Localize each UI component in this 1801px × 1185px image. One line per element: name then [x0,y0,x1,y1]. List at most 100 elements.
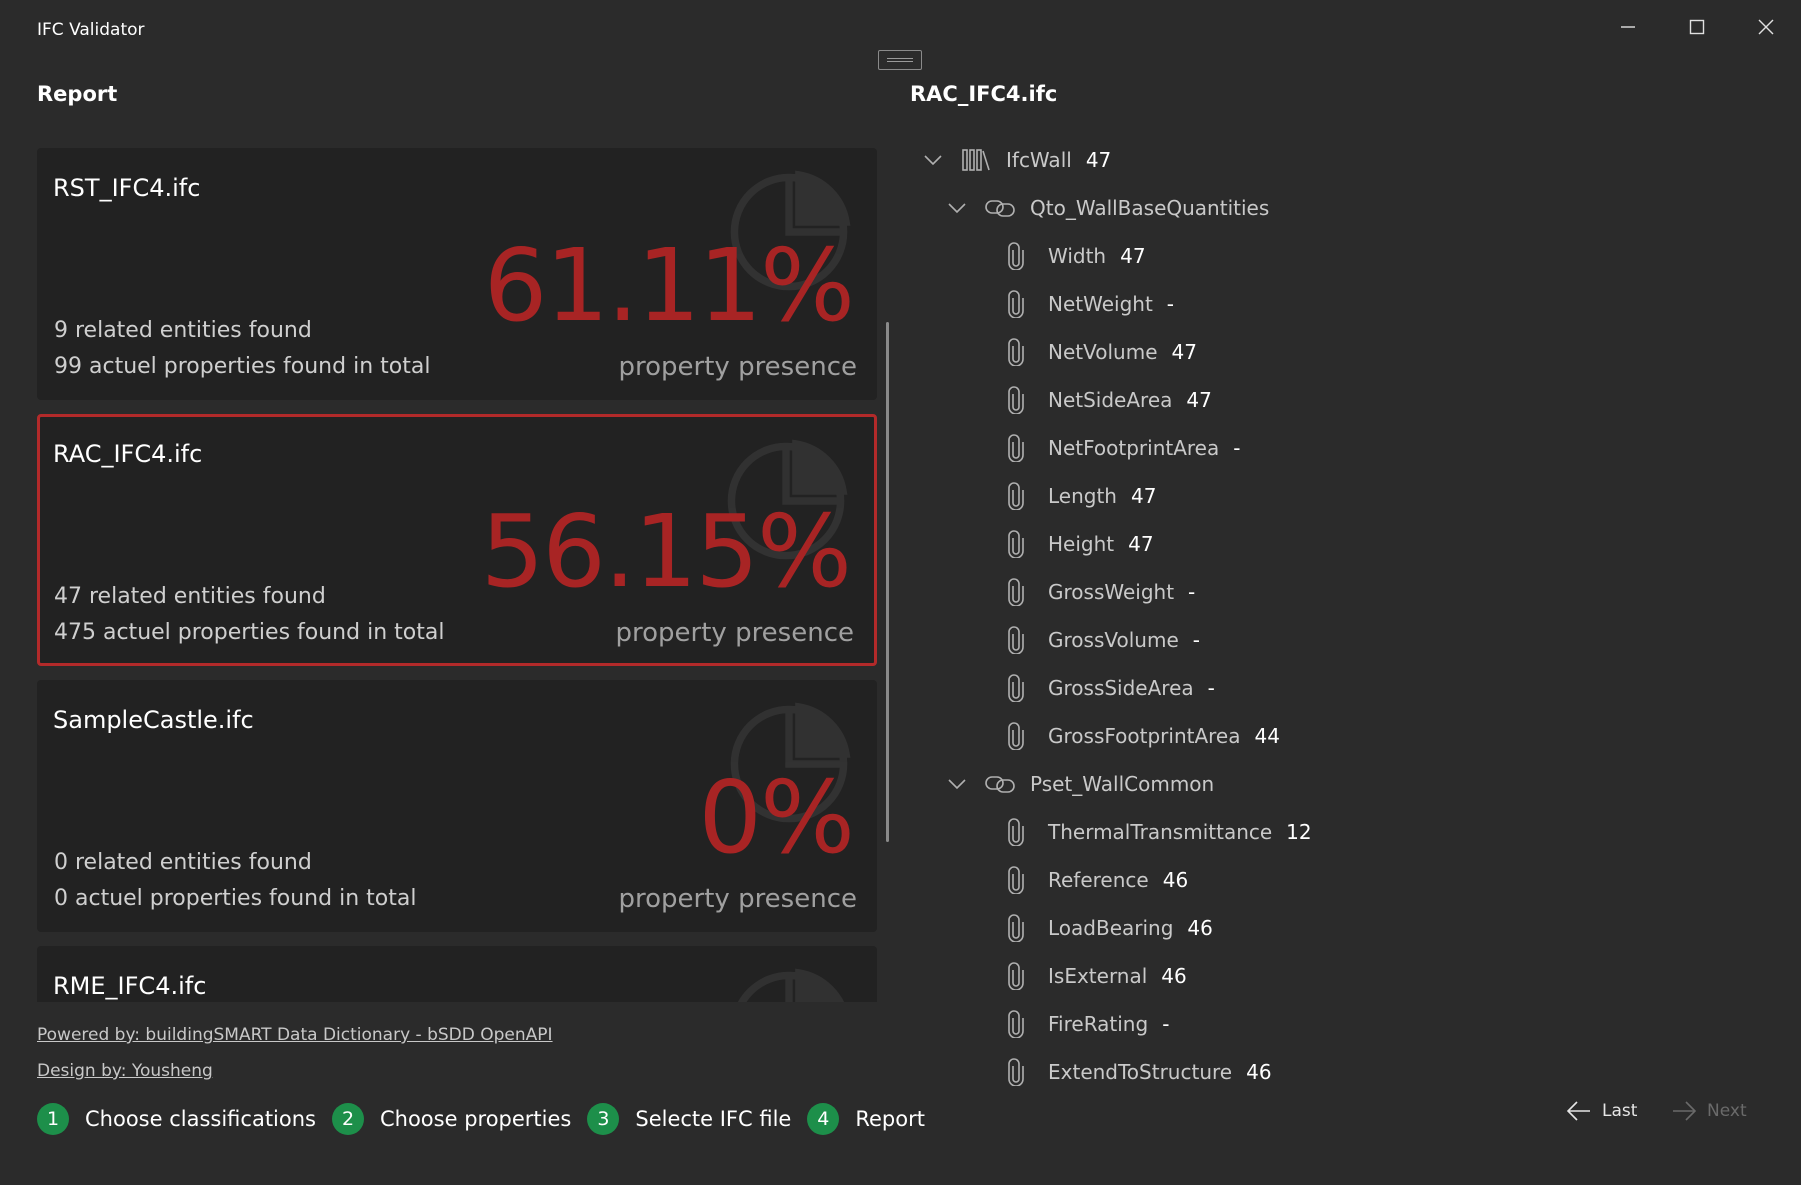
report-card[interactable]: RST_IFC4.ifc 61.11% 9 related entities fou… [37,148,877,400]
minimize-button[interactable] [1602,10,1654,44]
paperclip-icon [1000,578,1032,606]
chevron-down-icon[interactable] [920,150,946,170]
actual-properties-count: 475 actuel properties found in total [54,620,445,645]
paperclip-icon [1000,290,1032,318]
tree-property-node[interactable]: Reference 46 [1000,860,1188,900]
tree-node-count: 47 [1085,148,1112,172]
paperclip-icon [1000,962,1032,990]
report-card[interactable]: RME_IFC4.ifc [37,946,877,1002]
paperclip-icon [1000,386,1032,414]
tree-node-label: IsExternal [1048,964,1148,988]
wizard-step[interactable]: 1 Choose classifications [37,1103,316,1135]
tree-node-count: 46 [1162,868,1189,892]
report-list-scrollbar[interactable] [886,322,889,842]
tree-node-count: - [1188,580,1196,604]
actual-properties-count: 0 actuel properties found in total [54,886,417,911]
report-card[interactable]: SampleCastle.ifc 0% 0 related entities fou… [37,680,877,932]
pie-chart-icon [737,968,845,1002]
maximize-button[interactable] [1671,10,1723,44]
report-card[interactable]: RAC_IFC4.ifc 56.15% 47 related entities fo… [37,414,877,666]
tree-property-node[interactable]: Width 47 [1000,236,1146,276]
tree-node-label: NetVolume [1048,340,1158,364]
tree-property-node[interactable]: GrossWeight - [1000,572,1195,612]
tree-node-count: 46 [1161,964,1187,988]
report-file-name: RME_IFC4.ifc [53,972,207,1000]
tree-property-node[interactable]: ExtendToStructure 46 [1000,1052,1272,1092]
property-presence-percentage: 61.11% [483,227,855,344]
paperclip-icon [1000,626,1032,654]
tree-node-count: - [1192,628,1200,652]
wizard-step[interactable]: 3 Selecte IFC file [587,1103,791,1135]
actual-properties-count: 99 actuel properties found in total [54,354,431,379]
tree-property-node[interactable]: ThermalTransmittance 12 [1000,812,1312,852]
tree-pset-node[interactable]: Pset_WallCommon [944,764,1214,804]
chevron-down-icon[interactable] [944,198,970,218]
paperclip-icon [1000,866,1032,894]
tree-pset-node[interactable]: Qto_WallBaseQuantities [944,188,1269,228]
tree-node-label: FireRating [1048,1012,1149,1036]
tree-node-count: 46 [1187,916,1213,940]
powered-by-link[interactable]: Powered by: buildingSMART Data Dictionar… [37,1025,553,1045]
tree-property-node[interactable]: GrossSideArea - [1000,668,1215,708]
paperclip-icon [1000,1058,1032,1086]
tree-property-node[interactable]: Height 47 [1000,524,1154,564]
step-label: Report [855,1107,925,1131]
tree-node-label: Pset_WallCommon [1030,772,1215,796]
tree-node-label: Qto_WallBaseQuantities [1030,196,1270,220]
tree-node-label: LoadBearing [1048,916,1174,940]
tree-node-label: GrossSideArea [1048,676,1194,700]
tree-node-count: 47 [1171,340,1197,364]
tree-entity-node[interactable]: IfcWall 47 [920,140,1111,180]
tree-property-node[interactable]: NetFootprintArea - [1000,428,1240,468]
report-file-name: SampleCastle.ifc [53,706,254,734]
report-list[interactable]: RST_IFC4.ifc 61.11% 9 related entities fou… [37,148,877,1002]
tree-property-node[interactable]: NetVolume 47 [1000,332,1197,372]
close-button[interactable] [1740,10,1792,44]
tree-node-label: NetFootprintArea [1048,436,1220,460]
selected-file-title: RAC_IFC4.ifc [910,82,1058,106]
wizard-step[interactable]: 2 Choose properties [331,1103,571,1135]
arrow-right-icon [1673,1101,1697,1121]
tree-property-node[interactable]: FireRating - [1000,1004,1169,1044]
tree-node-label: GrossWeight [1048,580,1175,604]
property-presence-caption: property presence [618,884,858,914]
tree-property-node[interactable]: GrossVolume - [1000,620,1200,660]
tree-node-count: 47 [1130,484,1157,508]
tree-node-count: - [1207,676,1215,700]
tree-property-node[interactable]: Length 47 [1000,476,1156,516]
design-by-link[interactable]: Design by: Yousheng [37,1061,553,1081]
paperclip-icon [1000,242,1032,270]
next-button[interactable]: Next [1671,1100,1747,1122]
paperclip-icon [1000,818,1032,846]
tree-node-count: 12 [1286,820,1312,844]
app-title: IFC Validator [37,20,145,40]
report-file-name: RAC_IFC4.ifc [53,440,203,468]
next-label: Next [1707,1101,1747,1121]
tree-node-label: ThermalTransmittance [1048,820,1273,844]
property-presence-percentage: 56.15% [480,493,852,610]
paperclip-icon [1000,530,1032,558]
tree-node-label: IfcWall [1006,148,1072,172]
tree-node-label: NetSideArea [1048,388,1173,412]
property-presence-caption: property presence [615,618,855,648]
tree-node-label: NetWeight [1048,292,1153,316]
step-number-badge: 4 [807,1103,840,1135]
tree-node-label: Width [1048,244,1107,268]
paperclip-icon [1000,1010,1032,1038]
report-title: Report [37,82,118,106]
pane-resize-handle[interactable] [878,50,922,70]
chevron-down-icon[interactable] [944,774,970,794]
tree-property-node[interactable]: IsExternal 46 [1000,956,1187,996]
tree-node-count: 47 [1128,532,1154,556]
tree-node-label: Height [1048,532,1115,556]
last-button[interactable]: Last [1566,1100,1637,1122]
related-entities-count: 47 related entities found [54,584,326,609]
close-icon [1758,19,1774,35]
tree-node-label: GrossVolume [1048,628,1179,652]
tree-property-node[interactable]: NetWeight - [1000,284,1174,324]
tree-property-node[interactable]: GrossFootprintArea 44 [1000,716,1280,756]
wizard-step[interactable]: 4 Report [807,1103,925,1135]
tree-property-node[interactable]: NetSideArea 47 [1000,380,1212,420]
tree-property-node[interactable]: LoadBearing 46 [1000,908,1213,948]
paperclip-icon [1000,914,1032,942]
